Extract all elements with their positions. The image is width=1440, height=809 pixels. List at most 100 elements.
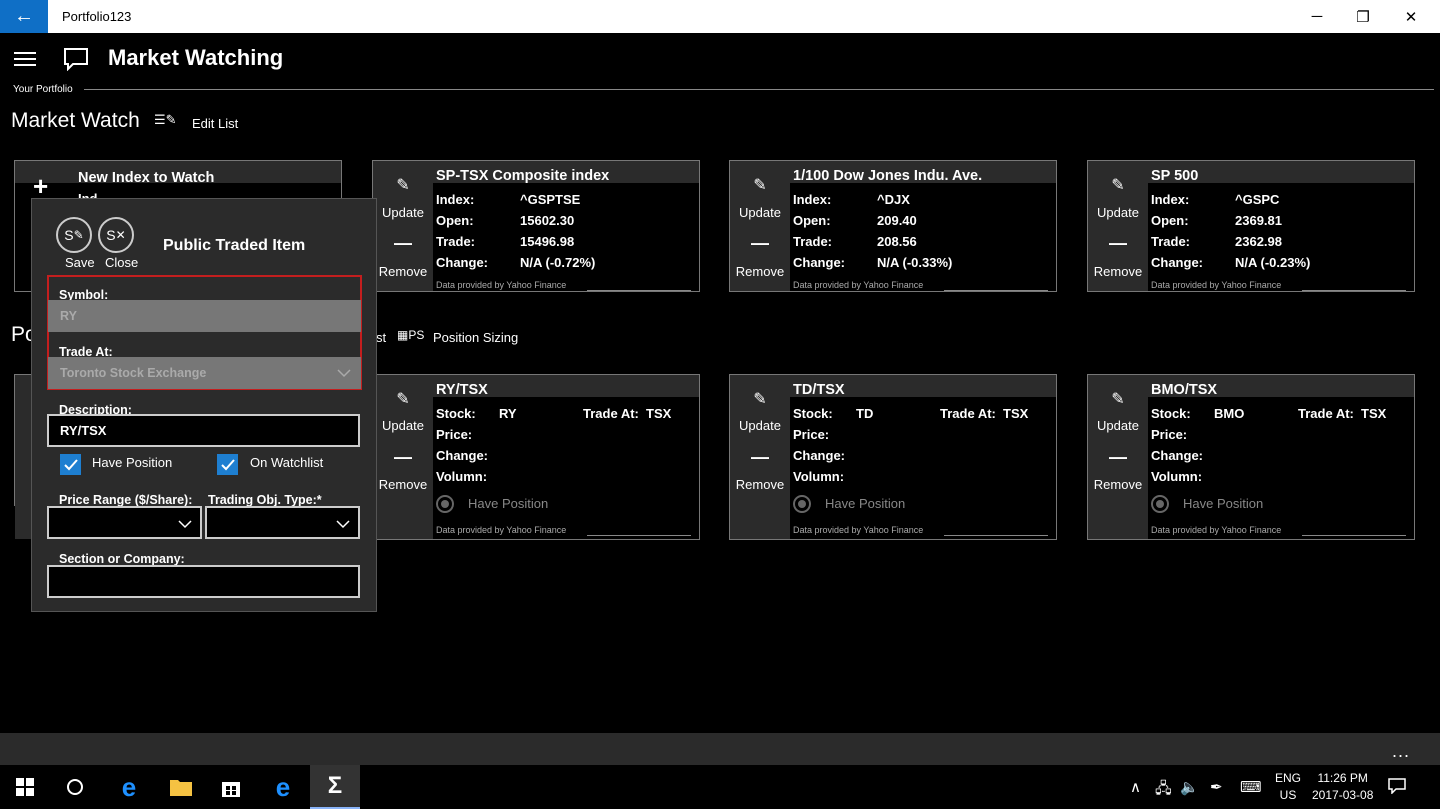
position-sizing-button[interactable]: Position Sizing [433, 330, 518, 345]
maximize-button[interactable]: ❐ [1340, 0, 1386, 33]
remove-button[interactable]: Remove [373, 264, 433, 279]
update-button[interactable]: Update [1088, 205, 1148, 220]
trade-label: Trade: [436, 234, 476, 249]
tile-title: 1/100 Dow Jones Indu. Ave. [793, 168, 983, 184]
comment-icon[interactable] [63, 47, 89, 71]
trading-obj-select[interactable] [205, 506, 360, 539]
trade-label: Trade: [1151, 234, 1191, 249]
have-position-radio[interactable] [793, 495, 811, 513]
more-options-button[interactable]: ... [1392, 741, 1410, 762]
stock-value: TD [856, 406, 874, 421]
data-attribution: Data provided by Yahoo Finance [1151, 525, 1282, 535]
trade-at-label: Trade At: [583, 406, 639, 421]
cortana-search-icon[interactable] [50, 765, 100, 809]
remove-button[interactable]: Remove [1088, 264, 1148, 279]
have-position-radio[interactable] [1151, 495, 1169, 513]
clock[interactable]: 11:26 PM 2017-03-08 [1312, 770, 1373, 804]
have-position-label: Have Position [92, 455, 173, 470]
on-watchlist-checkbox[interactable] [217, 454, 238, 475]
have-position-radio[interactable] [436, 495, 454, 513]
update-button[interactable]: Update [373, 418, 433, 433]
index-tile: ✎ Update — Remove SP-TSX Composite index… [372, 160, 700, 292]
pencil-icon[interactable]: ✎ [373, 389, 433, 409]
tile-title: RY/TSX [436, 382, 488, 398]
open-label: Open: [793, 213, 831, 228]
update-button[interactable]: Update [373, 205, 433, 220]
pencil-icon[interactable]: ✎ [373, 175, 433, 195]
page-title: Market Watching [108, 45, 284, 70]
internet-explorer-icon[interactable]: e [104, 765, 154, 809]
divider [84, 89, 1434, 90]
remove-button[interactable]: Remove [1088, 477, 1148, 492]
divider [944, 290, 1048, 291]
chevron-down-icon [178, 520, 192, 529]
minus-icon[interactable]: — [1088, 447, 1148, 468]
update-button[interactable]: Update [1088, 418, 1148, 433]
close-window-button[interactable]: ✕ [1388, 0, 1434, 33]
edit-list-icon[interactable]: ☰✎ [154, 112, 177, 128]
file-explorer-icon[interactable] [156, 765, 206, 809]
checkmark-icon [220, 458, 235, 470]
remove-button[interactable]: Remove [373, 477, 433, 492]
portfolio123-taskbar-icon[interactable]: Σ [310, 765, 360, 809]
price-range-select[interactable] [47, 506, 202, 539]
divider [1302, 535, 1406, 536]
windows-start-icon[interactable] [0, 765, 50, 809]
save-button[interactable]: S ✎ [56, 217, 92, 253]
change-value: N/A (-0.72%) [520, 255, 596, 270]
trade-at-select[interactable]: Toronto Stock Exchange [48, 357, 361, 389]
chevron-up-icon[interactable]: ∧ [1130, 778, 1141, 796]
app-title: Portfolio123 [62, 9, 132, 24]
store-icon[interactable] [206, 765, 256, 809]
data-attribution: Data provided by Yahoo Finance [793, 280, 924, 290]
minus-icon[interactable]: — [730, 233, 790, 254]
trading-obj-label: Trading Obj. Type:* [208, 493, 322, 507]
minus-icon[interactable]: — [730, 447, 790, 468]
language-indicator[interactable]: ENG US [1275, 770, 1301, 804]
update-button[interactable]: Update [730, 418, 790, 433]
minimize-button[interactable]: ─ [1294, 0, 1340, 33]
index-tile: ✎ Update — Remove SP 500 Index: ^GSPC Op… [1087, 160, 1415, 292]
open-label: Open: [436, 213, 474, 228]
your-portfolio-link[interactable]: Your Portfolio [13, 84, 73, 95]
change-value: N/A (-0.23%) [1235, 255, 1311, 270]
back-button[interactable]: ← [0, 0, 48, 33]
pencil-icon[interactable]: ✎ [1088, 175, 1148, 195]
pencil-icon[interactable]: ✎ [730, 175, 790, 195]
remove-button[interactable]: Remove [730, 477, 790, 492]
pencil-icon[interactable]: ✎ [1088, 389, 1148, 409]
data-attribution: Data provided by Yahoo Finance [436, 280, 567, 290]
tile-title: TD/TSX [793, 382, 845, 398]
edit-list-button[interactable]: Edit List [192, 116, 238, 131]
keyboard-icon[interactable]: ⌨ [1240, 778, 1262, 796]
trade-at-label: Trade At: [1298, 406, 1354, 421]
save-label: Save [65, 255, 95, 270]
edge-icon[interactable]: e [258, 765, 308, 809]
volume-icon[interactable]: 🔈 [1180, 778, 1199, 796]
hamburger-icon[interactable] [14, 52, 36, 66]
minus-icon[interactable]: — [373, 233, 433, 254]
update-button[interactable]: Update [730, 205, 790, 220]
have-position-checkbox[interactable] [60, 454, 81, 475]
description-input[interactable]: RY/TSX [47, 414, 360, 447]
remove-button[interactable]: Remove [730, 264, 790, 279]
minus-icon[interactable]: — [373, 447, 433, 468]
list-button[interactable]: st [376, 330, 386, 345]
close-button[interactable]: S ✕ [98, 217, 134, 253]
close-icon: ✕ [115, 228, 126, 242]
network-icon[interactable]: 🖧 [1155, 778, 1172, 803]
divider [587, 290, 691, 291]
volume-label: Volumn: [1151, 469, 1203, 484]
minus-icon[interactable]: — [1088, 233, 1148, 254]
divider [1302, 290, 1406, 291]
calculator-icon[interactable]: ▦PS [397, 328, 424, 342]
section-input[interactable] [47, 565, 360, 598]
change-value: N/A (-0.33%) [877, 255, 953, 270]
pen-icon[interactable]: ✒ [1210, 778, 1223, 796]
action-center-icon[interactable] [1388, 778, 1406, 798]
symbol-input[interactable]: RY [48, 300, 361, 332]
pencil-icon[interactable]: ✎ [730, 389, 790, 409]
price-label: Price: [436, 427, 473, 442]
open-value: 209.40 [877, 213, 917, 228]
trade-at-value: TSX [1361, 406, 1387, 421]
